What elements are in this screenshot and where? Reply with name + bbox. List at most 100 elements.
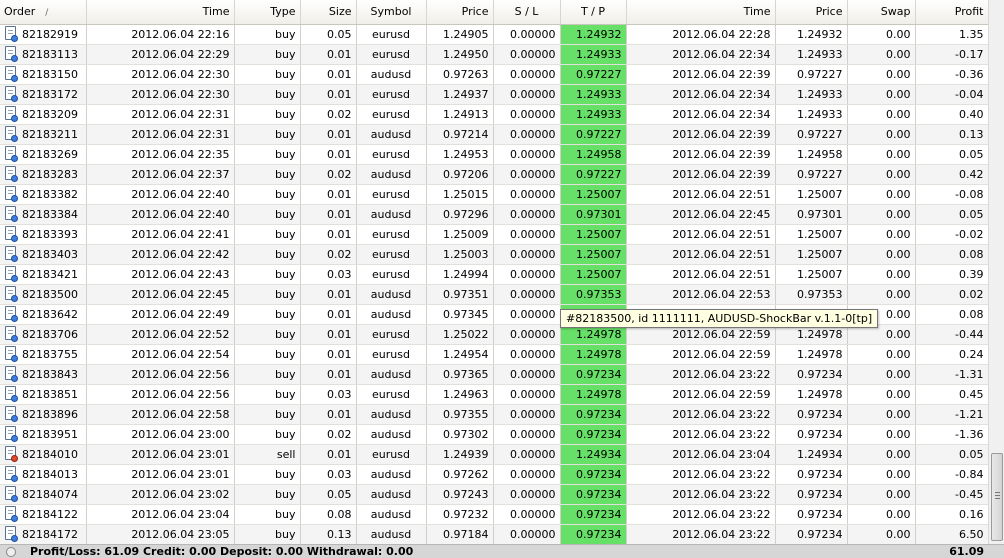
cell-size: 0.01: [300, 124, 357, 145]
cell-close-time: 2012.06.04 22:39: [626, 144, 776, 165]
cell-tp: 1.24978: [560, 384, 627, 405]
table-row[interactable]: 82183403 2012.06.04 22:42 buy 0.02 eurusd 1.2…: [0, 244, 988, 265]
table-row[interactable]: 82183951 2012.06.04 23:00 buy 0.02 audusd 0.9…: [0, 424, 988, 445]
cell-open-time: 2012.06.04 23:02: [86, 484, 235, 505]
vertical-scrollbar[interactable]: [988, 0, 1004, 544]
cell-price: 1.24937: [426, 84, 494, 105]
cell-profit: 0.16: [915, 504, 988, 525]
status-summary: Profit/Loss: 61.09 Credit: 0.00 Deposit:…: [30, 545, 414, 558]
cell-size: 0.02: [300, 424, 357, 445]
document-buy-icon: [4, 406, 18, 422]
cell-symbol: audusd: [356, 164, 427, 185]
column-header-profit[interactable]: Profit: [915, 0, 988, 25]
table-row[interactable]: 82183851 2012.06.04 22:56 buy 0.03 eurusd 1.2…: [0, 384, 988, 405]
cell-symbol: audusd: [356, 464, 427, 485]
cell-tp: 0.97234: [560, 504, 627, 525]
table-row[interactable]: 82183755 2012.06.04 22:54 buy 0.01 eurusd 1.2…: [0, 344, 988, 365]
cell-open-time: 2012.06.04 22:37: [86, 164, 235, 185]
table-row[interactable]: 82183421 2012.06.04 22:43 buy 0.03 eurusd 1.2…: [0, 264, 988, 285]
table-row[interactable]: 82183269 2012.06.04 22:35 buy 0.01 eurusd 1.2…: [0, 144, 988, 165]
cell-type: buy: [234, 84, 301, 105]
cell-symbol: eurusd: [356, 224, 427, 245]
cell-sl: 0.00000: [493, 144, 561, 165]
table-row[interactable]: 82184013 2012.06.04 23:01 buy 0.03 audusd 0.9…: [0, 464, 988, 485]
table-row[interactable]: 82183211 2012.06.04 22:31 buy 0.01 audusd 0.9…: [0, 124, 988, 145]
cell-type: buy: [234, 124, 301, 145]
column-header-swap[interactable]: Swap: [847, 0, 916, 25]
cell-size: 0.05: [300, 484, 357, 505]
table-row[interactable]: 82183843 2012.06.04 22:56 buy 0.01 audusd 0.9…: [0, 364, 988, 385]
cell-tp: 0.97234: [560, 364, 627, 385]
scrollbar-thumb[interactable]: [991, 453, 1003, 541]
cell-close-time: 2012.06.04 22:34: [626, 84, 776, 105]
table-row[interactable]: 82184122 2012.06.04 23:04 buy 0.08 audusd 0.9…: [0, 504, 988, 525]
cell-swap: 0.00: [847, 504, 916, 525]
table-row[interactable]: 82184010 2012.06.04 23:01 sell 0.01 eurusd 1.…: [0, 444, 988, 465]
cell-sl: 0.00000: [493, 224, 561, 245]
cell-swap: 0.00: [847, 224, 916, 245]
cell-profit: 0.05: [915, 444, 988, 465]
column-header-size[interactable]: Size: [300, 0, 357, 25]
table-row[interactable]: 82183500 2012.06.04 22:45 buy 0.01 audusd 0.9…: [0, 284, 988, 305]
cell-size: 0.01: [300, 324, 357, 345]
cell-size: 0.01: [300, 144, 357, 165]
table-row[interactable]: 82184172 2012.06.04 23:05 buy 0.13 audusd 0.9…: [0, 524, 988, 544]
table-row[interactable]: 82183382 2012.06.04 22:40 buy 0.01 eurusd 1.2…: [0, 184, 988, 205]
order-number: 82184010: [22, 447, 78, 461]
cell-open-time: 2012.06.04 22:31: [86, 104, 235, 125]
column-header-type[interactable]: Type: [234, 0, 301, 25]
table-row[interactable]: 82184074 2012.06.04 23:02 buy 0.05 audusd 0.9…: [0, 484, 988, 505]
column-header-close-price[interactable]: Price: [775, 0, 848, 25]
table-row[interactable]: 82183384 2012.06.04 22:40 buy 0.01 audusd 0.9…: [0, 204, 988, 225]
cell-close-time: 2012.06.04 22:51: [626, 244, 776, 265]
cell-open-time: 2012.06.04 23:04: [86, 504, 235, 525]
cell-price: 1.24963: [426, 384, 494, 405]
column-header-tp[interactable]: T / P: [560, 0, 627, 25]
table-row[interactable]: 82183209 2012.06.04 22:31 buy 0.02 eurusd 1.2…: [0, 104, 988, 125]
cell-swap: 0.00: [847, 184, 916, 205]
table-row[interactable]: 82183172 2012.06.04 22:30 buy 0.01 eurusd 1.2…: [0, 84, 988, 105]
cell-order: 82183896: [0, 404, 87, 425]
cell-symbol: eurusd: [356, 144, 427, 165]
document-buy-icon: [4, 26, 18, 42]
table-row[interactable]: 82183393 2012.06.04 22:41 buy 0.01 eurusd 1.2…: [0, 224, 988, 245]
table-row[interactable]: 82182919 2012.06.04 22:16 buy 0.05 eurusd 1.2…: [0, 24, 988, 45]
table-row[interactable]: 82183150 2012.06.04 22:30 buy 0.01 audusd 0.9…: [0, 64, 988, 85]
cell-close-price: 1.24932: [775, 24, 848, 45]
cell-size: 0.13: [300, 524, 357, 544]
cell-order: 82183706: [0, 324, 87, 345]
cell-close-price: 0.97353: [775, 284, 848, 305]
cell-order: 82183283: [0, 164, 87, 185]
order-tooltip: #82183500, id 1111111, AUDUSD-ShockBar v…: [560, 309, 879, 328]
column-header-sl[interactable]: S / L: [493, 0, 561, 25]
table-row[interactable]: 82183283 2012.06.04 22:37 buy 0.02 audusd 0.9…: [0, 164, 988, 185]
cell-size: 0.01: [300, 284, 357, 305]
order-number: 82183896: [22, 407, 78, 421]
cell-close-price: 0.97234: [775, 484, 848, 505]
column-header-open-time[interactable]: Time: [86, 0, 235, 25]
cell-close-time: 2012.06.04 23:22: [626, 424, 776, 445]
cell-profit: 0.42: [915, 164, 988, 185]
cell-swap: 0.00: [847, 404, 916, 425]
document-sell-icon: [4, 446, 18, 462]
cell-close-price: 1.24958: [775, 144, 848, 165]
column-header-price[interactable]: Price: [426, 0, 494, 25]
cell-order: 82182919: [0, 24, 87, 45]
table-row[interactable]: 82183896 2012.06.04 22:58 buy 0.01 audusd 0.9…: [0, 404, 988, 425]
column-header-order[interactable]: Order /: [0, 0, 87, 25]
cell-size: 0.01: [300, 304, 357, 325]
document-buy-icon: [4, 186, 18, 202]
cell-order: 82183150: [0, 64, 87, 85]
document-buy-icon: [4, 226, 18, 242]
order-number: 82183382: [22, 187, 78, 201]
column-header-close-time[interactable]: Time: [626, 0, 776, 25]
cell-close-time: 2012.06.04 22:59: [626, 344, 776, 365]
cell-type: buy: [234, 344, 301, 365]
cell-open-time: 2012.06.04 22:29: [86, 44, 235, 65]
cell-profit: 0.08: [915, 304, 988, 325]
cell-price: 0.97351: [426, 284, 494, 305]
cell-open-time: 2012.06.04 23:05: [86, 524, 235, 544]
table-row[interactable]: 82183113 2012.06.04 22:29 buy 0.01 eurusd 1.2…: [0, 44, 988, 65]
column-header-symbol[interactable]: Symbol: [356, 0, 427, 25]
cell-symbol: audusd: [356, 504, 427, 525]
